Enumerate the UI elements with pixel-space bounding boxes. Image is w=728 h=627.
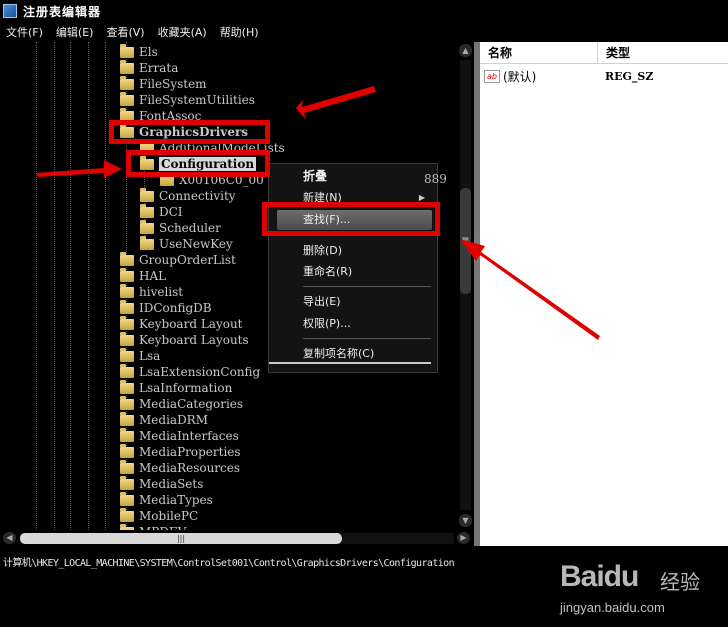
arrow-to-find-icon [460,239,600,340]
arrow-to-graphicsdrivers-icon [296,86,376,120]
arrow-to-configuration-icon [36,160,122,178]
annotation-arrows [36,86,600,340]
